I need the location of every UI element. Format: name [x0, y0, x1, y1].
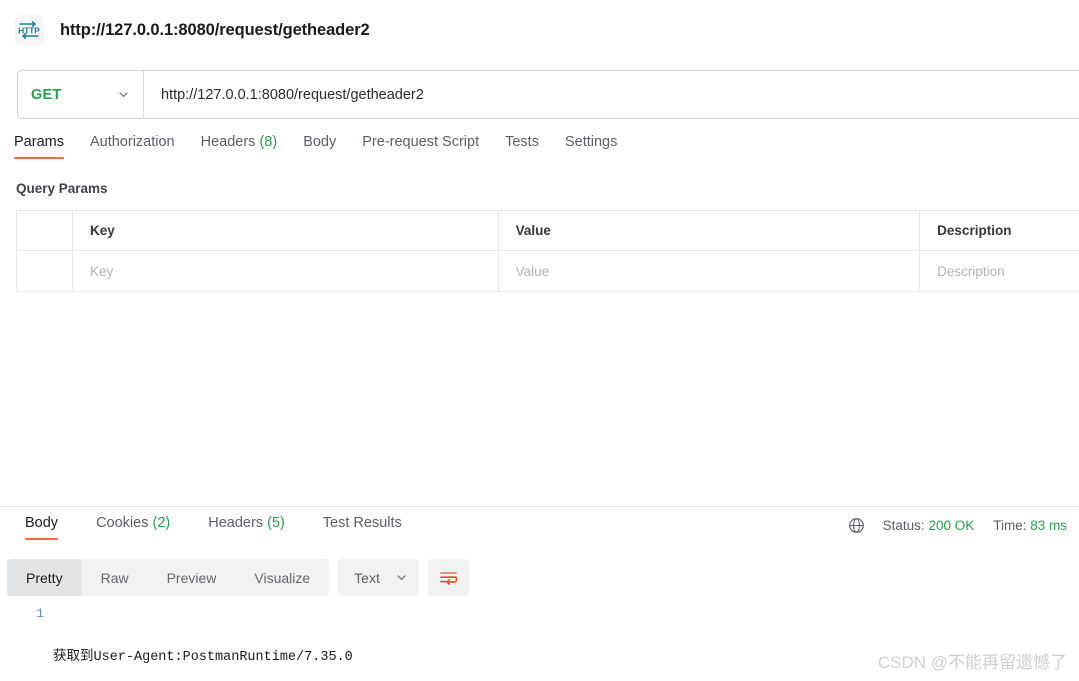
- row-description-input[interactable]: Description: [920, 251, 1079, 291]
- tab-body-label: Body: [303, 134, 337, 150]
- tab-params-label: Params: [14, 134, 64, 150]
- response-tab-cookies-count: (2): [152, 515, 171, 531]
- tab-settings-label: Settings: [564, 134, 618, 150]
- query-params-table: Key Value Description Key Value Descript…: [16, 210, 1079, 292]
- tab-pre-request-script[interactable]: Pre-request Script: [362, 134, 479, 159]
- tab-settings[interactable]: Settings: [565, 134, 617, 159]
- response-tabs: Body Cookies (2) Headers (5) Test Result…: [6, 515, 421, 540]
- view-pretty-button[interactable]: Pretty: [7, 559, 82, 596]
- tab-tests-label: Tests: [505, 134, 539, 150]
- tab-authorization-label: Authorization: [89, 134, 175, 150]
- response-section-divider: [0, 506, 1079, 507]
- response-tab-headers[interactable]: Headers (5): [208, 515, 285, 540]
- response-tab-cookies[interactable]: Cookies (2): [96, 515, 170, 540]
- chevron-down-icon: [119, 92, 128, 98]
- http-method-selector[interactable]: GET: [18, 71, 143, 118]
- row-value-input[interactable]: Value: [499, 251, 921, 291]
- request-url-bar: GET: [17, 70, 1079, 119]
- column-header-key: Key: [73, 211, 499, 250]
- header-select-all-cell: [17, 211, 73, 250]
- response-tab-test-results[interactable]: Test Results: [323, 515, 402, 540]
- response-tab-test-results-label: Test Results: [322, 515, 402, 531]
- tab-body[interactable]: Body: [303, 134, 336, 159]
- postman-window: HTTP http://127.0.0.1:8080/request/gethe…: [0, 0, 1079, 681]
- chevron-down-icon: [397, 575, 406, 581]
- tab-headers[interactable]: Headers (8): [201, 134, 278, 159]
- column-header-description: Description: [937, 223, 1012, 238]
- response-tab-headers-label: Headers: [208, 515, 264, 531]
- row-key-input[interactable]: Key: [73, 251, 499, 291]
- line-number-gutter: 1: [0, 603, 53, 661]
- response-view-group: Pretty Raw Preview Visualize: [7, 559, 330, 596]
- column-header-value: Value: [499, 211, 921, 250]
- svg-text:HTTP: HTTP: [18, 26, 40, 35]
- status-badge[interactable]: Status: 200 OK: [883, 518, 975, 533]
- view-visualize-button[interactable]: Visualize: [235, 559, 329, 596]
- response-tab-headers-count: (5): [267, 515, 285, 531]
- time-label: Time:: [993, 518, 1027, 533]
- tab-authorization[interactable]: Authorization: [90, 134, 175, 159]
- response-format-selector[interactable]: Text: [338, 559, 419, 596]
- status-value: 200 OK: [928, 518, 975, 533]
- table-header-row: Key Value Description: [17, 211, 1079, 251]
- time-badge[interactable]: Time: 83 ms: [993, 518, 1067, 533]
- status-label: Status:: [882, 518, 925, 533]
- globe-icon: [848, 518, 864, 533]
- tab-headers-label: Headers: [200, 134, 256, 150]
- response-body-toolbar: Pretty Raw Preview Visualize Text: [7, 559, 469, 596]
- row-checkbox-cell[interactable]: [17, 251, 73, 291]
- request-tabs: Params Authorization Headers (8) Body Pr…: [14, 134, 643, 167]
- word-wrap-icon: [440, 571, 458, 585]
- response-tab-body[interactable]: Body: [25, 515, 59, 540]
- view-preview-button[interactable]: Preview: [148, 559, 236, 596]
- response-format-label: Text: [354, 569, 380, 586]
- line-number: 1: [36, 606, 44, 621]
- tab-params[interactable]: Params: [14, 134, 64, 159]
- tab-tests[interactable]: Tests: [505, 134, 539, 159]
- time-value: 83 ms: [1030, 518, 1067, 533]
- view-raw-button[interactable]: Raw: [82, 559, 148, 596]
- response-tab-body-label: Body: [25, 515, 59, 531]
- query-params-title: Query Params: [16, 181, 108, 196]
- http-method-label: GET: [31, 86, 62, 103]
- window-titlebar: HTTP http://127.0.0.1:8080/request/gethe…: [0, 0, 1079, 60]
- tab-headers-count: (8): [259, 134, 278, 150]
- page-title: http://127.0.0.1:8080/request/getheader2: [60, 20, 370, 39]
- tab-pre-request-script-label: Pre-request Script: [362, 134, 480, 150]
- url-input[interactable]: [144, 71, 1079, 118]
- response-tab-cookies-label: Cookies: [96, 515, 149, 531]
- http-icon: HTTP: [14, 15, 44, 45]
- table-row[interactable]: Key Value Description: [17, 251, 1079, 291]
- watermark: CSDN @不能再留遗憾了: [877, 653, 1067, 672]
- response-meta: Status: 200 OK Time: 83 ms: [848, 517, 1067, 534]
- word-wrap-toggle[interactable]: [427, 559, 469, 596]
